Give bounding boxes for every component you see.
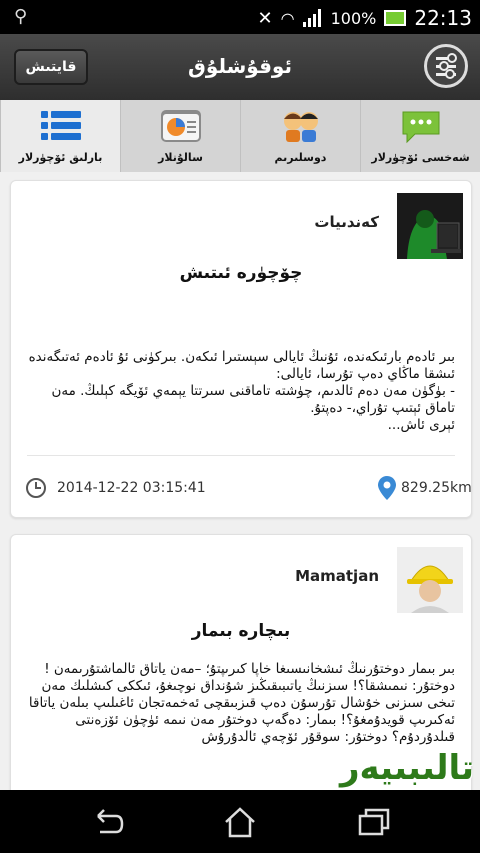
navigation-bar [0,790,480,853]
list-icon [41,111,81,140]
post-author[interactable]: كەندىيات [314,213,379,231]
status-bar: ⚲ ✕ ◠ 100% 22:13 [0,0,480,34]
location-pin-icon [378,476,396,500]
battery-percent: 100% [330,8,377,28]
post-feed[interactable]: كەندىيات چۆچۈرە ئىتىش بىر ئادەم بارئىكەن… [0,172,480,790]
tab-all-posts[interactable]: بارلىق ئۆچۈرلار [0,100,120,172]
avatar [397,193,463,259]
avatar [397,547,463,613]
friends-icon [284,112,318,142]
battery-icon [384,10,407,26]
app-bar: قايتىش ئوقۇشلۇق [0,34,480,100]
post-body: بىر ئادەم بارئىكەندە، ئۇنىڭ ئايالى سېستى… [28,349,455,433]
post-title: بىچارە بىمار [191,621,291,641]
tab-friends[interactable]: دوسلىرىم [240,100,360,172]
watermark-logo: تالىبىيەر [339,748,474,788]
tab-salons[interactable]: سالۇنلار [120,100,240,172]
clock-icon [26,478,46,498]
tab-bar: بارلىق ئۆچۈرلار سالۇنلار دوسلىرىم شەخسى … [0,100,480,172]
page-title: ئوقۇشلۇق [188,54,292,78]
tab-personal-messages[interactable]: شەخسى ئۆچۈرلار [360,100,480,172]
usb-icon: ⚲ [14,6,28,27]
clock: 22:13 [414,6,472,30]
recent-apps-icon[interactable] [354,804,394,840]
salon-icon [161,110,201,142]
no-sim-icon: ✕ [257,7,273,29]
post-timestamp: 2014-12-22 03:15:41 [57,480,206,496]
back-icon[interactable] [86,804,126,840]
wifi-icon: ◠ [280,8,295,28]
home-icon[interactable] [220,804,260,840]
post-card[interactable]: كەندىيات چۆچۈرە ئىتىش بىر ئادەم بارئىكەن… [10,180,472,518]
tab-label: سالۇنلار [158,151,203,164]
tab-label: بارلىق ئۆچۈرلار [18,151,103,164]
tab-label: دوسلىرىم [274,151,327,164]
tab-label: شەخسى ئۆچۈرلار [371,151,470,164]
post-title: چۆچۈرە ئىتىش [179,263,303,283]
divider [27,455,455,456]
chat-icon [402,111,440,144]
post-distance: 829.25km [401,480,472,496]
settings-icon[interactable] [424,44,468,88]
post-author[interactable]: Mamatjan [295,567,379,585]
signal-icon [302,9,323,27]
back-button[interactable]: قايتىش [14,49,88,85]
